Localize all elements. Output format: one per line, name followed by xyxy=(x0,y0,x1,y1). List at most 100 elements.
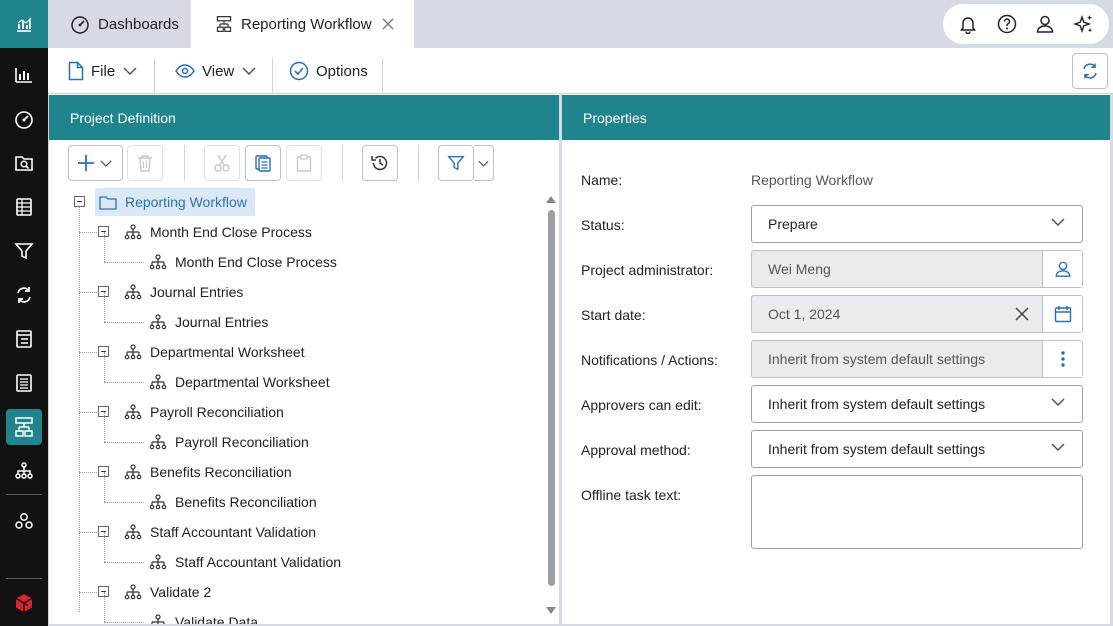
chevron-down-icon xyxy=(1051,218,1065,226)
file-icon xyxy=(68,61,84,81)
analytics-logo-icon xyxy=(17,17,32,32)
rail-sync-button[interactable] xyxy=(6,277,42,313)
sparkle-icon xyxy=(1072,14,1092,34)
calendar-button[interactable] xyxy=(1042,296,1082,332)
rail-network-button[interactable] xyxy=(6,503,42,539)
tree-group-item[interactable]: Benefits Reconciliation xyxy=(124,457,292,487)
paste-button[interactable] xyxy=(286,145,322,181)
status-select[interactable]: Prepare xyxy=(751,205,1083,243)
rail-workflow-button[interactable] xyxy=(6,409,42,445)
rail-divider xyxy=(6,494,42,495)
options-button[interactable]: Options xyxy=(289,48,368,94)
tree-child-item[interactable]: Staff Accountant Validation xyxy=(149,547,341,577)
eye-icon xyxy=(175,64,195,78)
tree-group-item[interactable]: Staff Accountant Validation xyxy=(124,517,316,547)
approvers-edit-select[interactable]: Inherit from system default settings xyxy=(751,385,1083,423)
tree-item-label: Staff Accountant Validation xyxy=(150,524,317,540)
tree-item-label: Month End Close Process xyxy=(175,254,337,270)
rail-sheets-button[interactable] xyxy=(6,189,42,225)
rail-filter-button[interactable] xyxy=(6,233,42,269)
gauge-icon xyxy=(70,14,90,34)
tab-label: Dashboards xyxy=(98,15,179,33)
user-profile-button[interactable] xyxy=(1030,9,1060,39)
ai-assistant-button[interactable] xyxy=(1069,9,1099,39)
tree-group-item[interactable]: Departmental Worksheet xyxy=(124,337,305,367)
select-user-button[interactable] xyxy=(1042,251,1082,287)
history-button[interactable] xyxy=(362,145,398,181)
offline-task-textarea[interactable] xyxy=(751,475,1083,549)
tree-connector xyxy=(104,592,105,622)
tree-child-item[interactable]: Departmental Worksheet xyxy=(149,367,330,397)
tree-item-label: Staff Accountant Validation xyxy=(175,554,342,570)
tree-child-item[interactable]: Payroll Reconciliation xyxy=(149,427,309,457)
tree-item-label: Benefits Reconciliation xyxy=(150,464,292,480)
start-date-field[interactable]: Oct 1, 2024 xyxy=(751,295,1083,333)
tree-root-item[interactable]: Reporting Workflow xyxy=(95,188,255,216)
view-menu-label: View xyxy=(202,62,235,80)
filter-dropdown-button[interactable] xyxy=(474,145,494,181)
hierarchy-icon xyxy=(149,254,167,270)
rail-forms-button[interactable] xyxy=(6,321,42,357)
tree-child-item[interactable]: Benefits Reconciliation xyxy=(149,487,317,517)
hierarchy-icon xyxy=(149,434,167,450)
approvers-edit-value: Inherit from system default settings xyxy=(768,396,986,412)
chevron-down-icon xyxy=(478,160,489,167)
tree-item-label: Payroll Reconciliation xyxy=(150,404,284,420)
tree-group-item[interactable]: Month End Close Process xyxy=(124,217,312,247)
tree-connector xyxy=(104,292,105,322)
workflow-icon xyxy=(215,15,233,33)
toolbar-divider xyxy=(342,145,343,181)
hierarchy-icon xyxy=(124,284,142,300)
rail-explore-button[interactable] xyxy=(6,145,42,181)
user-icon xyxy=(1055,261,1070,277)
rail-documents-button[interactable] xyxy=(6,365,42,401)
tree-group-item[interactable]: Payroll Reconciliation xyxy=(124,397,284,427)
view-menu-button[interactable]: View xyxy=(175,48,256,94)
scroll-up-arrow-icon[interactable] xyxy=(546,196,556,203)
rail-reports-button[interactable] xyxy=(6,57,42,93)
app-rail xyxy=(0,0,48,626)
scroll-down-arrow-icon[interactable] xyxy=(546,607,556,614)
filter-button[interactable] xyxy=(438,145,474,181)
hierarchy-icon xyxy=(149,614,167,624)
chevron-down-icon xyxy=(1051,443,1065,451)
rail-brand-button[interactable] xyxy=(6,585,42,621)
tab-dashboards[interactable]: Dashboards xyxy=(48,0,191,48)
approval-method-select[interactable]: Inherit from system default settings xyxy=(751,430,1083,468)
file-menu-button[interactable]: File xyxy=(68,48,137,94)
admin-field[interactable]: Wei Meng xyxy=(751,250,1083,288)
cut-button[interactable] xyxy=(204,145,240,181)
tree-connector xyxy=(104,322,144,323)
file-menu-label: File xyxy=(91,62,116,80)
close-icon[interactable] xyxy=(382,18,394,30)
approval-method-value: Inherit from system default settings xyxy=(768,441,986,457)
app-logo-button[interactable] xyxy=(0,0,48,48)
notifications-button[interactable] xyxy=(953,9,983,39)
tree-group-item[interactable]: Journal Entries xyxy=(124,277,243,307)
notifications-more-button[interactable] xyxy=(1042,341,1082,377)
hierarchy-icon xyxy=(124,404,142,420)
add-button[interactable] xyxy=(68,145,123,181)
admin-label: Project administrator: xyxy=(581,262,714,278)
tree-connector xyxy=(79,292,99,293)
refresh-button[interactable] xyxy=(1072,53,1108,89)
copy-button[interactable] xyxy=(245,145,281,181)
clear-icon[interactable] xyxy=(1014,306,1030,322)
brand-cube-icon xyxy=(15,594,33,612)
rail-hierarchy-button[interactable] xyxy=(6,453,42,489)
tab-reporting-workflow[interactable]: Reporting Workflow xyxy=(191,0,414,48)
delete-button[interactable] xyxy=(127,145,163,181)
scrollbar-thumb[interactable] xyxy=(548,210,555,586)
tree-child-item[interactable]: Journal Entries xyxy=(149,307,268,337)
notifications-field[interactable]: Inherit from system default settings xyxy=(751,340,1083,378)
rail-dashboards-button[interactable] xyxy=(6,101,42,137)
tree-item-label: Departmental Worksheet xyxy=(150,344,305,360)
tree-child-item[interactable]: Month End Close Process xyxy=(149,247,337,277)
status-label: Status: xyxy=(581,217,625,233)
collapse-toggle[interactable] xyxy=(74,196,85,207)
panel-splitter[interactable] xyxy=(559,94,562,626)
tree-group-item[interactable]: Validate 2 xyxy=(124,577,211,607)
more-vertical-icon xyxy=(1060,351,1065,367)
help-button[interactable] xyxy=(992,9,1022,39)
tree-child-item[interactable]: Validate Data xyxy=(149,607,258,624)
